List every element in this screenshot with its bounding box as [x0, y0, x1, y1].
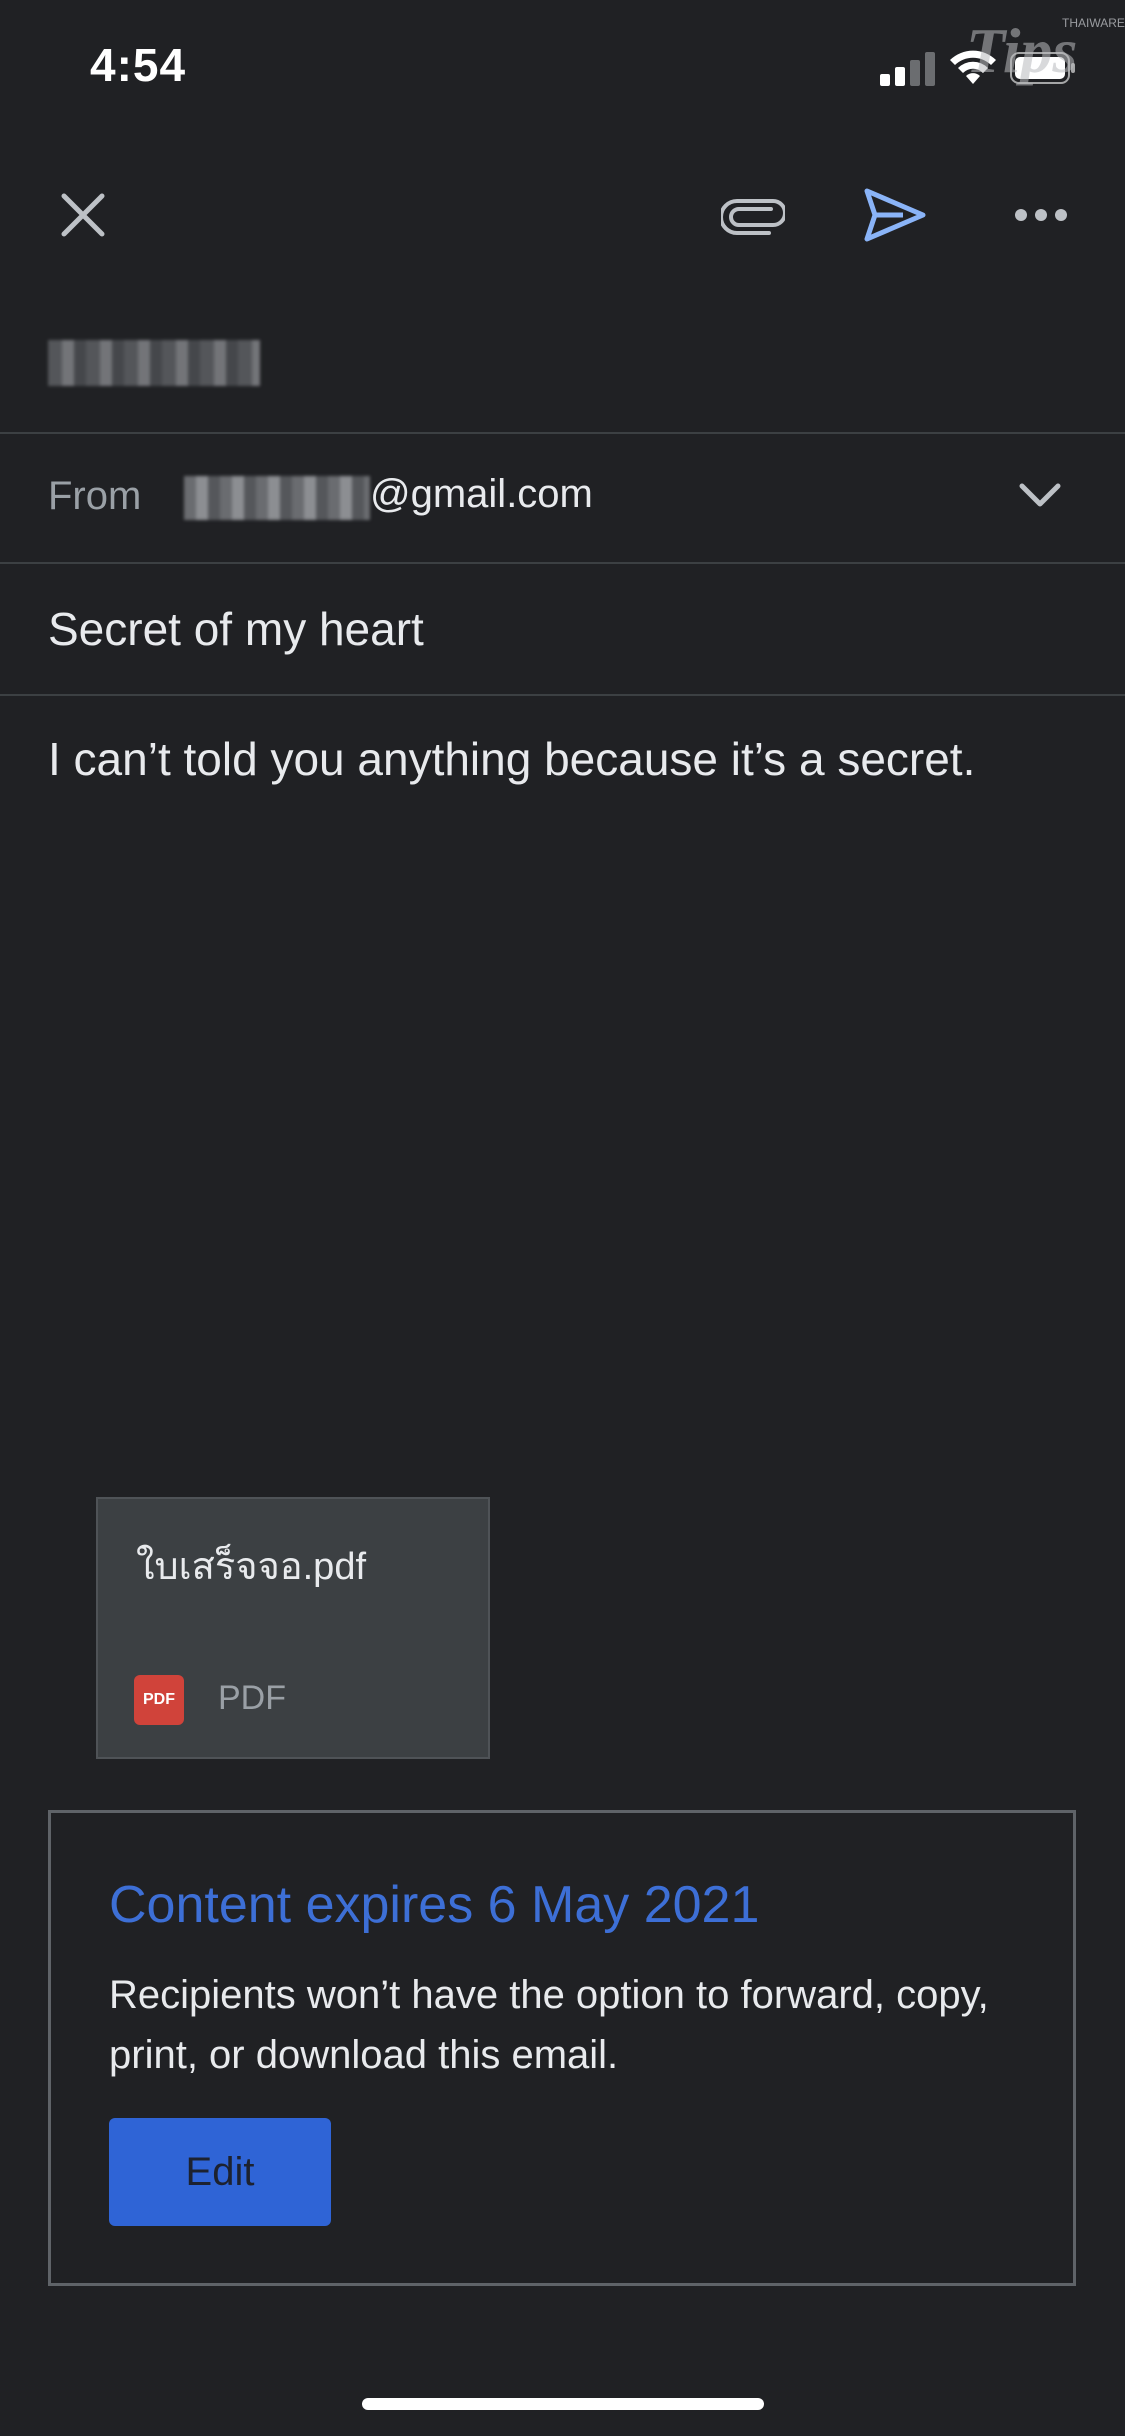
close-button[interactable]: [38, 170, 128, 260]
more-options-button[interactable]: [996, 170, 1086, 260]
close-icon: [61, 193, 105, 237]
from-email: @gmail.com: [370, 472, 593, 516]
more-horizontal-icon: [1015, 209, 1067, 221]
from-username-redacted: [184, 476, 370, 520]
edit-button[interactable]: Edit: [109, 2118, 331, 2226]
from-field[interactable]: From @gmail.com: [0, 434, 1125, 564]
attachment-type: PDF: [218, 1679, 286, 1717]
attachment-filename: ใบเสร็จจอ.pdf: [136, 1546, 367, 1588]
expiry-title: Content expires 6 May 2021: [109, 1876, 760, 1934]
status-time: 4:54: [90, 39, 187, 91]
message-body[interactable]: I can’t told you anything because it’s a…: [48, 732, 975, 786]
expiry-description: Recipients won’t have the option to forw…: [109, 1973, 989, 2077]
attachment-card[interactable]: ใบเสร็จจอ.pdf PDF PDF: [96, 1497, 490, 1759]
pdf-file-icon: PDF: [134, 1675, 184, 1725]
svg-text:Tips: Tips: [966, 15, 1077, 86]
from-label: From: [48, 474, 142, 518]
send-button[interactable]: [850, 170, 940, 260]
confidential-mode-panel: Content expires 6 May 2021 Recipients wo…: [48, 1810, 1076, 2286]
cellular-signal-icon: [880, 52, 935, 86]
recipient-chip-redacted[interactable]: [48, 340, 260, 386]
subject-field[interactable]: Secret of my heart: [0, 564, 1125, 696]
pdf-icon-label: PDF: [143, 1691, 175, 1708]
subject-text[interactable]: Secret of my heart: [48, 602, 424, 656]
home-indicator[interactable]: [362, 2398, 764, 2410]
to-field[interactable]: [0, 310, 1125, 434]
attach-button[interactable]: [708, 170, 798, 260]
watermark-label: THAIWARE: [1062, 16, 1125, 30]
send-icon: [864, 188, 926, 242]
paperclip-icon: [721, 199, 785, 235]
chevron-down-icon[interactable]: [1010, 474, 1070, 518]
